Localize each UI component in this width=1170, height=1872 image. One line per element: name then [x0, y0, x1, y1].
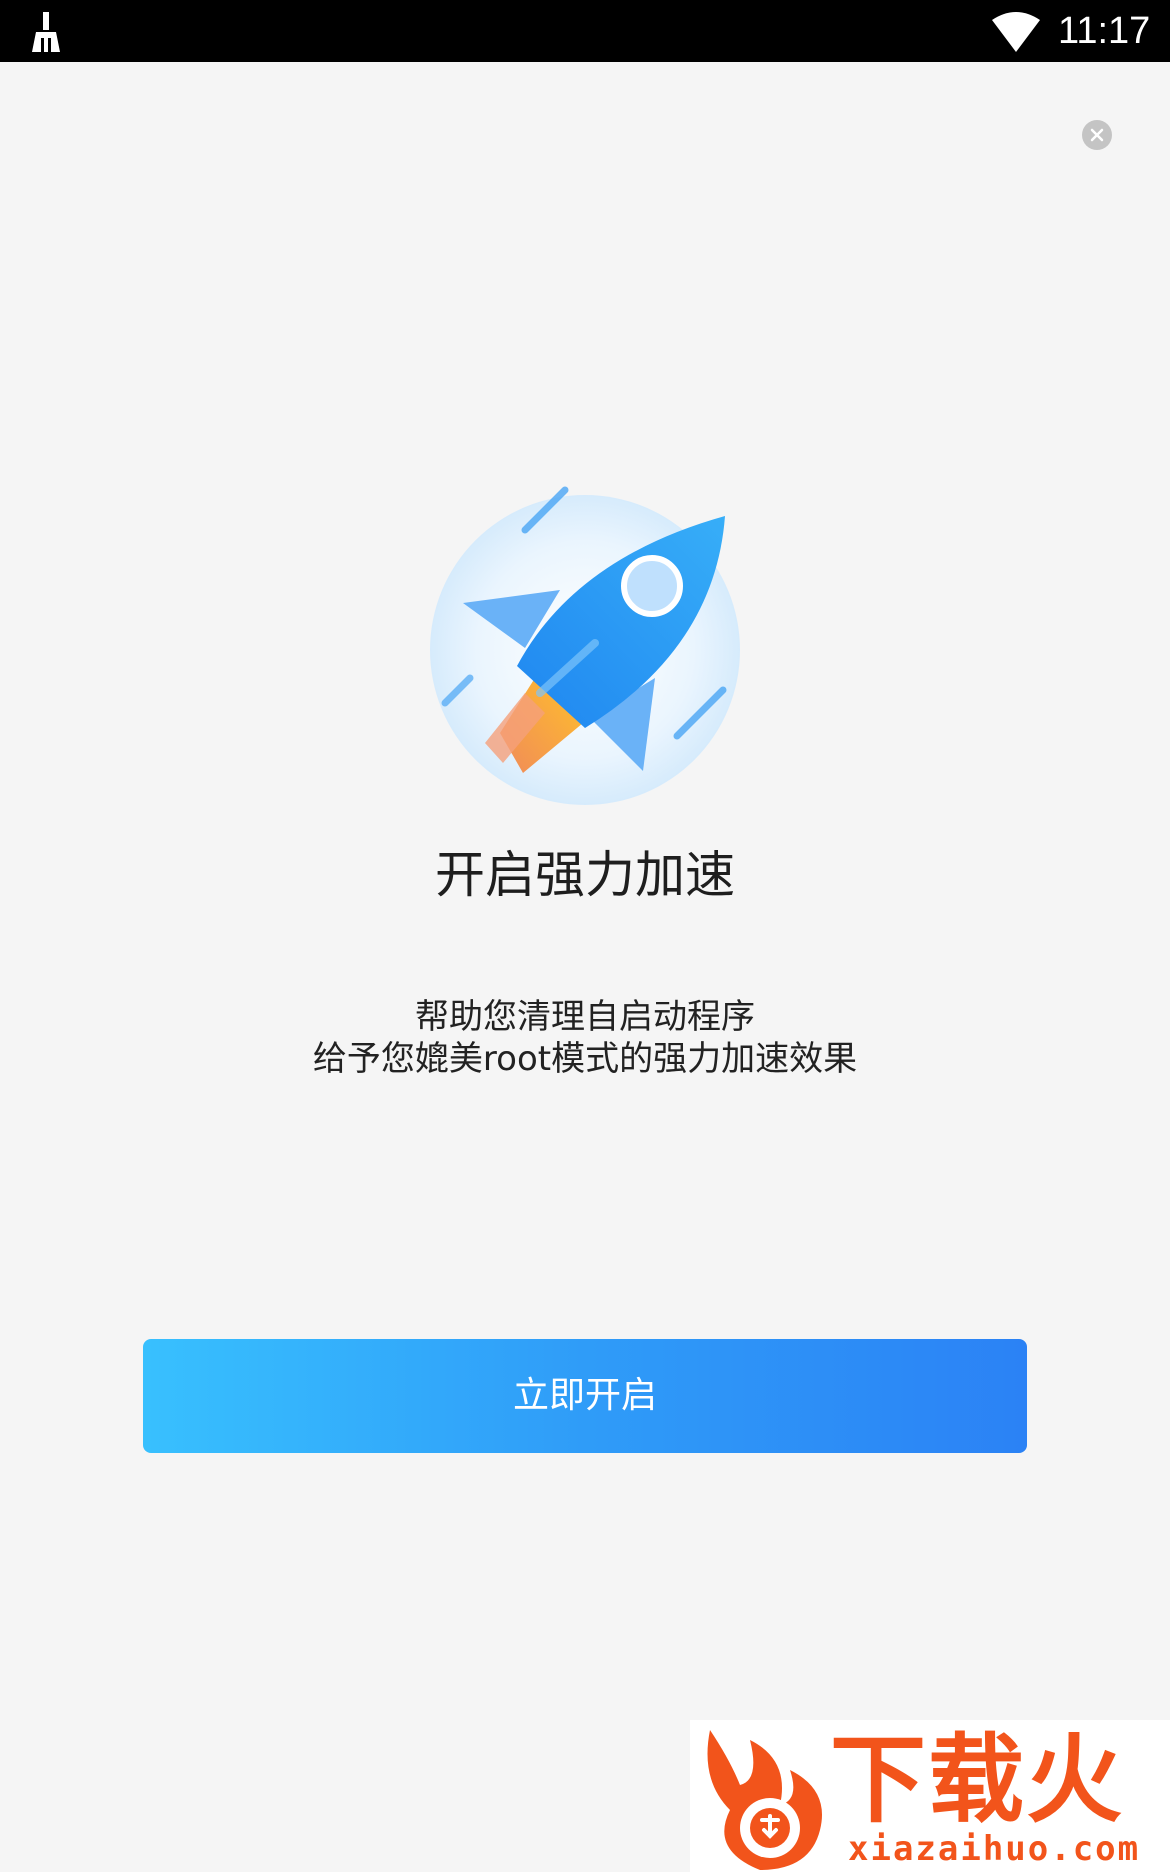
rocket-icon: [430, 486, 740, 805]
screen: 11:17 开启强力加速 帮助您清理自启动程序 给予您媲美root模式的强力加速…: [0, 0, 1170, 1872]
watermark-brand: 下载火: [830, 1724, 1124, 1836]
watermark: 下载火 xiazaihuo.com: [690, 1720, 1170, 1872]
status-bar: 11:17: [0, 0, 1170, 62]
description: 帮助您清理自启动程序 给予您媲美root模式的强力加速效果: [0, 996, 1170, 1080]
broom-icon: [32, 12, 60, 52]
wifi-icon: [992, 12, 1040, 52]
description-line-2: 给予您媲美root模式的强力加速效果: [312, 1039, 858, 1079]
close-icon: [1090, 128, 1104, 142]
description-line-1: 帮助您清理自启动程序: [415, 997, 755, 1037]
page-title: 开启强力加速: [435, 846, 735, 904]
status-time: 11:17: [1058, 10, 1151, 52]
watermark-site: xiazaihuo.com: [848, 1829, 1141, 1869]
enable-now-button[interactable]: 立即开启: [143, 1339, 1027, 1453]
flame-logo-icon: [707, 1730, 822, 1870]
close-button[interactable]: [1082, 120, 1112, 150]
